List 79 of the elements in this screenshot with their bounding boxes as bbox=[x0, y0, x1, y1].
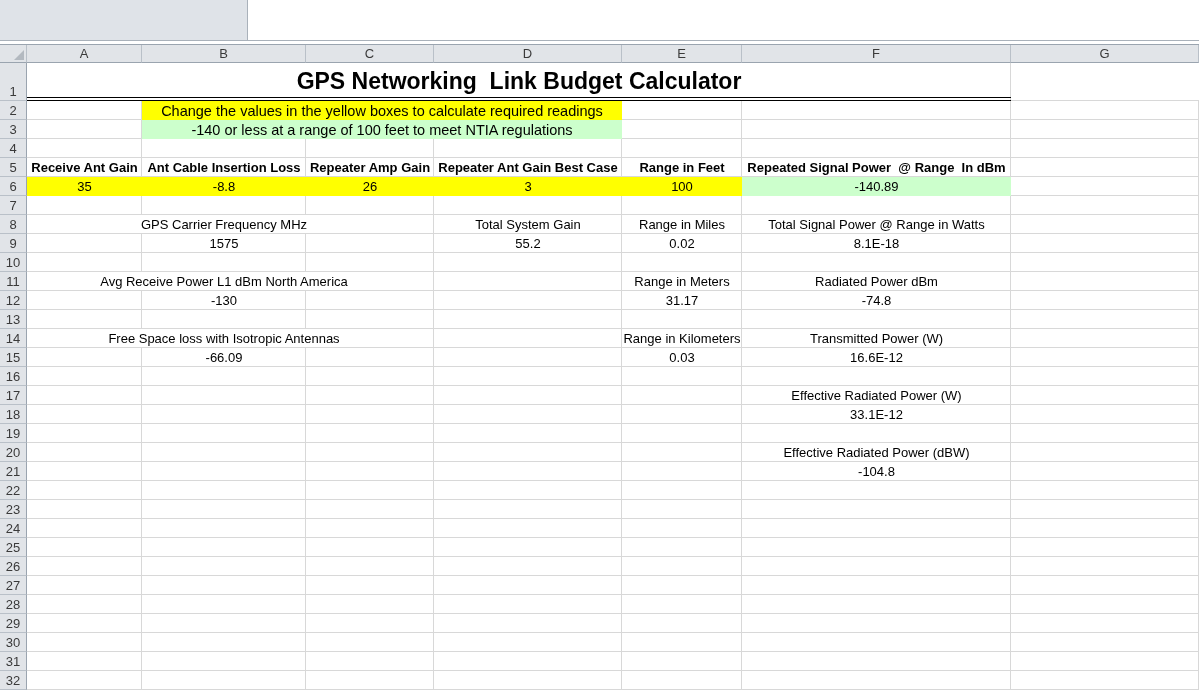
name-box[interactable] bbox=[0, 0, 248, 40]
row-header[interactable]: 6 bbox=[0, 177, 27, 196]
row-header[interactable]: 13 bbox=[0, 310, 27, 329]
row-header[interactable]: 25 bbox=[0, 538, 27, 557]
row-header[interactable]: 5 bbox=[0, 158, 27, 177]
field-value: 31.17 bbox=[665, 292, 699, 308]
row-header[interactable]: 4 bbox=[0, 139, 27, 158]
row-header[interactable]: 29 bbox=[0, 614, 27, 633]
row-header[interactable]: 11 bbox=[0, 272, 27, 291]
input-cell[interactable]: 100 bbox=[622, 177, 742, 196]
result-cell: -140.89 bbox=[742, 177, 1011, 196]
row-header[interactable]: 17 bbox=[0, 386, 27, 405]
column-header[interactable]: G bbox=[1011, 45, 1199, 63]
column-header[interactable]: B bbox=[142, 45, 306, 63]
field-label: Total Signal Power @ Range in Watts bbox=[768, 216, 985, 232]
parameter-label: Ant Cable Insertion Loss bbox=[147, 159, 301, 175]
field-label: Avg Receive Power L1 dBm North America bbox=[97, 272, 351, 290]
parameter-label: Range in Feet bbox=[639, 159, 725, 175]
row-header[interactable]: 7 bbox=[0, 196, 27, 215]
field-label: Effective Radiated Power (W) bbox=[791, 387, 962, 403]
field-label: Total System Gain bbox=[475, 216, 581, 232]
row-header[interactable]: 32 bbox=[0, 671, 27, 690]
row-header[interactable]: 30 bbox=[0, 633, 27, 652]
triangle-icon bbox=[14, 50, 24, 60]
parameter-label: Receive Ant Gain bbox=[31, 159, 138, 175]
field-value: -74.8 bbox=[861, 292, 892, 308]
field-value: 1575 bbox=[209, 235, 239, 251]
row-header[interactable]: 10 bbox=[0, 253, 27, 272]
row-header[interactable]: 26 bbox=[0, 557, 27, 576]
input-cell[interactable]: -8.8 bbox=[142, 177, 306, 196]
field-value: 55.2 bbox=[515, 235, 541, 251]
input-cell[interactable]: 26 bbox=[306, 177, 434, 196]
field-label: Range in Meters bbox=[634, 273, 730, 289]
parameter-label: Repeater Amp Gain bbox=[309, 159, 431, 175]
row-header[interactable]: 3 bbox=[0, 120, 27, 139]
column-header[interactable]: D bbox=[434, 45, 622, 63]
parameter-label: Repeated Signal Power @ Range In dBm bbox=[747, 159, 1006, 175]
row-header[interactable]: 1 bbox=[0, 63, 27, 101]
row-header[interactable]: 21 bbox=[0, 462, 27, 481]
column-header[interactable]: C bbox=[306, 45, 434, 63]
field-value: 16.6E-12 bbox=[850, 349, 903, 365]
field-value: 0.02 bbox=[669, 235, 695, 251]
row-header[interactable]: 20 bbox=[0, 443, 27, 462]
row-header[interactable]: 24 bbox=[0, 519, 27, 538]
field-value: 0.03 bbox=[669, 349, 695, 365]
parameter-label: Repeater Ant Gain Best Case bbox=[438, 159, 618, 175]
row-header[interactable]: 2 bbox=[0, 101, 27, 120]
row-header[interactable]: 23 bbox=[0, 500, 27, 519]
field-label: Radiated Power dBm bbox=[815, 273, 938, 289]
field-label: Range in Miles bbox=[639, 216, 725, 232]
row-header[interactable]: 9 bbox=[0, 234, 27, 253]
input-cell[interactable]: 3 bbox=[434, 177, 622, 196]
row-header[interactable]: 18 bbox=[0, 405, 27, 424]
field-label: Effective Radiated Power (dBW) bbox=[783, 444, 970, 460]
field-value: 33.1E-12 bbox=[850, 406, 903, 422]
column-header[interactable]: E bbox=[622, 45, 742, 63]
field-label: Transmitted Power (W) bbox=[809, 330, 944, 346]
row-header[interactable]: 14 bbox=[0, 329, 27, 348]
field-value: -104.8 bbox=[858, 463, 895, 479]
column-header[interactable]: F bbox=[742, 45, 1011, 63]
instruction-banner: -140 or less at a range of 100 feet to meet NTIA regulations bbox=[142, 120, 622, 139]
row-header[interactable]: 19 bbox=[0, 424, 27, 443]
row-header[interactable]: 8 bbox=[0, 215, 27, 234]
instruction-banner: Change the values in the yellow boxes to calculate required readings bbox=[142, 101, 622, 120]
row-header[interactable]: 22 bbox=[0, 481, 27, 500]
row-header[interactable]: 27 bbox=[0, 576, 27, 595]
row-header[interactable]: 12 bbox=[0, 291, 27, 310]
field-label: Range in Kilometers bbox=[623, 330, 741, 346]
row-header[interactable]: 16 bbox=[0, 367, 27, 386]
row-header[interactable]: 31 bbox=[0, 652, 27, 671]
field-value: -66.09 bbox=[205, 349, 243, 365]
field-value: -130 bbox=[211, 292, 237, 308]
input-cell[interactable]: 35 bbox=[27, 177, 142, 196]
row-header[interactable]: 28 bbox=[0, 595, 27, 614]
column-header[interactable]: A bbox=[27, 45, 142, 63]
sheet-title: GPS Networking Link Budget Calculator bbox=[296, 68, 742, 95]
select-all-button[interactable] bbox=[0, 45, 27, 63]
row-header[interactable]: 15 bbox=[0, 348, 27, 367]
field-value: 8.1E-18 bbox=[853, 235, 900, 251]
